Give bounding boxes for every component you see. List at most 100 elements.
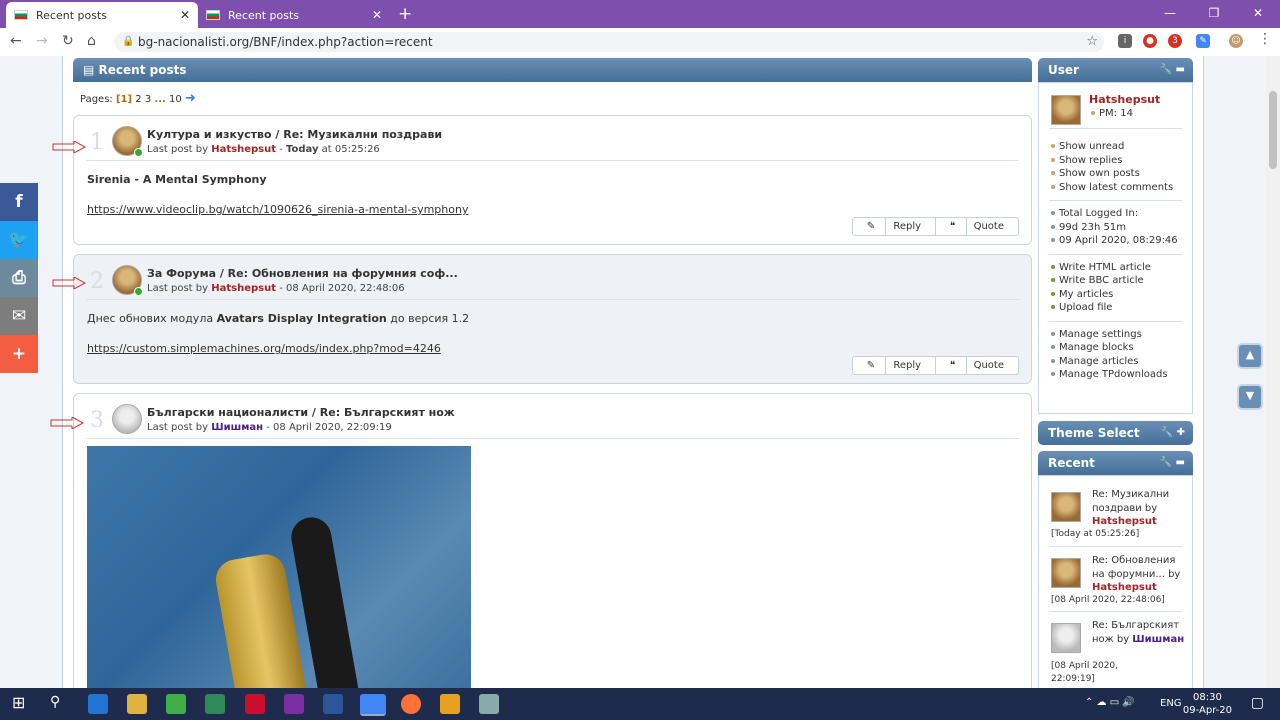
post-body-link[interactable]: https://custom.simplemachines.org/mods/i… xyxy=(87,342,441,355)
manage-articles-link[interactable]: Manage articles xyxy=(1039,355,1192,369)
recent-item-author[interactable]: Шишман xyxy=(1132,634,1184,645)
post-title-link[interactable]: Култура и изкуство / Re: Музикални поздр… xyxy=(147,128,442,141)
email-icon[interactable]: ✉ xyxy=(0,297,38,335)
recent-avatar xyxy=(1051,558,1081,588)
post-image-knife[interactable] xyxy=(87,446,471,688)
avatar[interactable] xyxy=(112,404,142,434)
app-icon[interactable] xyxy=(479,694,499,714)
back-icon[interactable]: ← xyxy=(10,33,22,49)
word-icon[interactable] xyxy=(323,694,343,714)
extension-icon[interactable]: ● xyxy=(1143,34,1157,48)
app-icon[interactable] xyxy=(166,694,186,714)
extension-icon[interactable]: i xyxy=(1118,34,1132,48)
page-link-3[interactable]: 3 xyxy=(145,94,151,105)
recent-item[interactable]: Re: Обновления на форумни... by Hatsheps… xyxy=(1092,554,1187,595)
bulgaria-flag-icon xyxy=(206,10,220,20)
quote-button[interactable]: ❝ Quote xyxy=(935,357,1018,374)
bookmark-star-icon[interactable]: ☆ xyxy=(1086,32,1098,52)
close-tab-icon[interactable]: ✕ xyxy=(180,8,190,22)
last-post-label: Last post by xyxy=(147,422,209,433)
onenote-icon[interactable] xyxy=(284,694,304,714)
recent-item-text[interactable]: Re: Музикални поздрави by xyxy=(1092,489,1169,514)
block-tools-icon[interactable]: 🔧 ▬ xyxy=(1160,451,1185,475)
divider xyxy=(1049,128,1182,129)
write-bbc-article-link[interactable]: Write BBC article xyxy=(1039,274,1192,288)
theme-select-header[interactable]: Theme Select 🔧 ✚ xyxy=(1038,421,1193,445)
my-articles-link[interactable]: My articles xyxy=(1039,288,1192,302)
facebook-share-icon[interactable]: f xyxy=(0,183,38,221)
pm-link[interactable]: PM: 14 xyxy=(1079,107,1133,121)
manage-tpdownloads-link[interactable]: Manage TPdownloads xyxy=(1039,368,1192,382)
show-latest-comments-link[interactable]: Show latest comments xyxy=(1039,181,1192,195)
scrollbar-thumb[interactable] xyxy=(1269,91,1277,169)
post-title-link[interactable]: За Форума / Re: Обновления на форумния с… xyxy=(147,267,458,280)
quote-button[interactable]: ❝ Quote xyxy=(935,218,1018,235)
extension-badge-icon[interactable]: 3 xyxy=(1168,34,1182,48)
windows-start-icon[interactable]: ⊞ xyxy=(12,693,25,712)
language-indicator[interactable]: ENG xyxy=(1160,698,1182,709)
profile-avatar[interactable]: ☺ xyxy=(1229,34,1243,48)
scroll-down-button[interactable]: ▼ xyxy=(1237,384,1263,410)
language-flag-icon[interactable] xyxy=(245,694,265,714)
page-link-2[interactable]: 2 xyxy=(135,94,141,105)
post-title-link[interactable]: Български националисти / Re: Българският… xyxy=(147,406,455,419)
recent-item-text[interactable]: Re: Обновления на форумни... by xyxy=(1092,555,1180,580)
new-tab-icon[interactable]: + xyxy=(398,4,412,24)
search-icon[interactable]: ⚲ xyxy=(50,694,60,710)
tray-icons[interactable]: ⌃ ☁ ▭ 🔊 xyxy=(1085,697,1135,708)
recent-item-author[interactable]: Hatshepsut xyxy=(1092,516,1157,527)
close-tab-icon[interactable]: ✕ xyxy=(372,8,382,22)
url-field[interactable]: 🔒 bg-nacionalisti.org/BNF/index.php?acti… xyxy=(114,32,1104,52)
clock[interactable]: 08:30 09-Apr-20 xyxy=(1183,691,1232,717)
recent-block-header: Recent 🔧 ▬ xyxy=(1038,451,1193,475)
tab-recent-posts[interactable]: Recent posts ✕ xyxy=(198,2,390,28)
app-icon[interactable] xyxy=(440,694,460,714)
author-link[interactable]: Hatshepsut xyxy=(211,144,276,155)
show-own-posts-link[interactable]: Show own posts xyxy=(1039,167,1192,181)
scroll-up-button[interactable]: ▲ xyxy=(1237,343,1263,369)
user-name-link[interactable]: Hatshepsut xyxy=(1089,93,1160,106)
tab-recent-posts-active[interactable]: Recent posts ✕ xyxy=(6,2,198,28)
reply-button[interactable]: ✎ Reply xyxy=(853,218,935,235)
recent-item-author[interactable]: Hatshepsut xyxy=(1092,582,1157,593)
recent-item[interactable]: Re: Българският нож by Шишман xyxy=(1092,619,1187,646)
block-tools-icon[interactable]: 🔧 ▬ xyxy=(1160,58,1185,82)
online-status-icon xyxy=(134,287,143,296)
close-window-icon[interactable]: ✕ xyxy=(1236,0,1280,28)
last-post-label: Last post by xyxy=(147,283,209,294)
recent-item[interactable]: Re: Музикални поздрави by Hatshepsut xyxy=(1092,488,1187,529)
print-icon[interactable]: ⎙ xyxy=(0,259,38,297)
upload-file-link[interactable]: Upload file xyxy=(1039,301,1192,315)
forward-icon[interactable]: → xyxy=(36,33,48,49)
notifications-icon[interactable]: ▢ xyxy=(1251,695,1264,711)
chrome-icon[interactable] xyxy=(360,694,386,716)
reply-button[interactable]: ✎ Reply xyxy=(853,357,935,374)
extension-icon[interactable]: ✎ xyxy=(1196,34,1210,48)
minimize-icon[interactable]: — xyxy=(1148,0,1192,28)
page-scrollbar[interactable] xyxy=(1266,56,1280,688)
manage-settings-link[interactable]: Manage settings xyxy=(1039,328,1192,342)
firefox-icon[interactable] xyxy=(401,694,421,714)
author-link[interactable]: Шишман xyxy=(211,422,263,433)
menu-icon[interactable]: ⋮ xyxy=(1258,31,1272,47)
block-tools-icon[interactable]: 🔧 ✚ xyxy=(1161,421,1185,445)
show-replies-link[interactable]: Show replies xyxy=(1039,154,1192,168)
author-link[interactable]: Hatshepsut xyxy=(211,283,276,294)
reply-label: Reply xyxy=(885,218,929,235)
next-page-arrow-icon[interactable]: ➜ xyxy=(185,91,196,106)
reload-icon[interactable]: ↻ xyxy=(62,33,74,49)
manage-blocks-link[interactable]: Manage blocks xyxy=(1039,341,1192,355)
write-html-article-link[interactable]: Write HTML article xyxy=(1039,261,1192,275)
page-link-10[interactable]: 10 xyxy=(169,94,182,105)
show-unread-link[interactable]: Show unread xyxy=(1039,140,1192,154)
more-share-icon[interactable]: + xyxy=(0,335,38,373)
home-icon[interactable]: ⌂ xyxy=(87,33,96,49)
app-icon[interactable] xyxy=(205,694,225,714)
user-block: Hatshepsut PM: 14 Show unread Show repli… xyxy=(1038,82,1193,414)
post-body-link[interactable]: https://www.videoclip.bg/watch/1090626_s… xyxy=(87,203,468,216)
twitter-share-icon[interactable]: 🐦 xyxy=(0,221,38,259)
user-avatar[interactable] xyxy=(1051,95,1081,125)
maximize-icon[interactable]: ❐ xyxy=(1192,0,1236,28)
edge-icon[interactable] xyxy=(88,694,108,714)
file-explorer-icon[interactable] xyxy=(127,694,147,714)
